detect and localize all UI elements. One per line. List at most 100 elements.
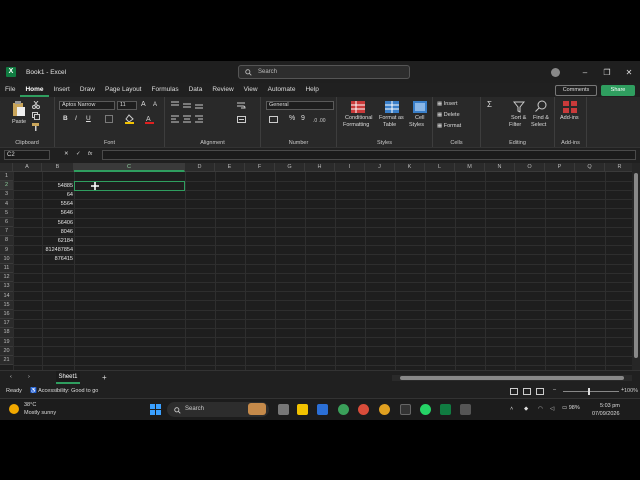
insert-button[interactable]: ▦ Insert [437,101,458,107]
add-sheet-button[interactable]: + [102,373,107,382]
share-button[interactable]: Share [601,85,635,96]
store-icon[interactable] [317,404,328,415]
column-header-r[interactable]: R [605,163,632,172]
row-header-8[interactable]: 8 [0,236,13,246]
row-header-3[interactable]: 3 [0,190,13,200]
format-painter-icon[interactable] [32,123,40,131]
tab-automate[interactable]: Automate [263,83,301,97]
zoom-out-button[interactable]: – [553,387,556,393]
chrome-icon-1[interactable] [338,404,349,415]
network-icon[interactable]: ◆ [524,406,528,412]
zoom-slider-thumb[interactable] [588,388,590,395]
italic-button[interactable]: I [75,115,77,122]
copy-icon[interactable] [32,112,40,120]
task-view-icon[interactable] [278,404,289,415]
grow-font-button[interactable]: A [141,101,146,108]
comma-style-button[interactable]: 9 [301,115,305,122]
volume-icon[interactable]: ◁ [550,406,554,412]
row-header-2[interactable]: 2 [0,181,13,191]
insert-function-button[interactable]: fx [88,151,92,157]
accounting-format-icon[interactable] [269,115,278,124]
cell-b9[interactable]: 812487854 [42,247,73,253]
addins-button-label[interactable]: Add-ins [560,115,579,121]
column-header-b[interactable]: B [42,163,74,172]
cell-b3[interactable]: 64 [42,192,73,198]
column-header-n[interactable]: N [485,163,515,172]
row-header-12[interactable]: 12 [0,273,13,283]
wrap-text-icon[interactable] [237,101,246,110]
file-explorer-icon[interactable] [297,404,308,415]
comments-button[interactable]: Comments [555,85,597,96]
sort-filter-label[interactable]: Sort & [511,115,526,121]
excel-taskbar-icon[interactable] [440,404,451,415]
find-select-icon[interactable] [535,100,547,112]
terminal-icon[interactable] [400,404,411,415]
weather-description[interactable]: Mostly sunny [24,410,56,416]
vertical-align-icons[interactable] [171,101,231,109]
row-header-21[interactable]: 21 [0,356,13,366]
fill-color-icon[interactable] [125,114,134,124]
tab-help[interactable]: Help [300,83,323,97]
delete-button[interactable]: ▦ Delete [437,112,460,118]
column-header-h[interactable]: H [305,163,335,172]
decimal-icons[interactable]: .0 .00 [313,115,331,123]
bold-button[interactable]: B [63,115,68,122]
cell-b7[interactable]: 8046 [42,229,73,235]
column-header-l[interactable]: L [425,163,455,172]
horizontal-scroll-thumb[interactable] [400,376,624,380]
zoom-slider[interactable] [563,391,619,392]
next-sheet-icon[interactable]: › [28,374,30,380]
sort-filter-label2[interactable]: Filter [509,122,521,128]
vertical-scrollbar[interactable] [632,163,640,370]
enter-icon[interactable]: ✓ [76,151,81,157]
chrome-icon-3[interactable] [379,404,390,415]
tab-data[interactable]: Data [184,83,208,97]
select-all-corner[interactable] [0,163,13,172]
row-header-11[interactable]: 11 [0,264,13,274]
column-header-a[interactable]: A [13,163,42,172]
cell-b8[interactable]: 62184 [42,238,73,244]
conditional-formatting-label2[interactable]: Formatting [343,122,369,128]
accessibility-status[interactable]: ♿ Accessibility: Good to go [30,388,98,394]
column-header-q[interactable]: Q [575,163,605,172]
format-as-table-label[interactable]: Format as [379,115,404,121]
row-header-1[interactable]: 1 [0,172,13,182]
addins-icon[interactable] [563,101,577,113]
row-header-7[interactable]: 7 [0,227,13,237]
windows-start-icon[interactable] [150,404,161,415]
cell-b5[interactable]: 5646 [42,210,73,216]
paste-label[interactable]: Paste [12,119,26,125]
font-size-dropdown[interactable]: 11 [117,101,137,110]
column-header-i[interactable]: I [335,163,365,172]
sort-filter-icon[interactable] [513,101,525,113]
paste-icon[interactable] [12,101,26,117]
clock-date[interactable]: 07/09/2026 [592,411,620,417]
find-select-label2[interactable]: Select [531,122,546,128]
shrink-font-button[interactable]: A [153,102,157,108]
minimize-icon[interactable]: – [574,68,596,77]
column-header-p[interactable]: P [545,163,575,172]
worksheet-grid[interactable]: A B C D E F G H I J K L M N O P Q R 1234… [0,163,632,370]
weather-temperature[interactable]: 38°C [24,402,36,408]
tab-file[interactable]: File [0,83,20,97]
sheet-tab-sheet1[interactable]: Sheet1 [56,371,80,384]
row-header-17[interactable]: 17 [0,319,13,329]
cell-b4[interactable]: 5564 [42,201,73,207]
formula-input[interactable] [102,150,636,160]
prev-sheet-icon[interactable]: ‹ [10,374,12,380]
row-header-9[interactable]: 9 [0,245,13,255]
whatsapp-icon[interactable] [420,404,431,415]
cut-icon[interactable] [32,101,40,109]
wifi-icon[interactable]: ◠ [538,406,543,412]
tab-insert[interactable]: Insert [49,83,75,97]
conditional-formatting-icon[interactable] [351,101,365,113]
battery-indicator[interactable]: ▭ 98% [562,405,580,411]
weather-sun-icon[interactable] [9,404,19,414]
format-as-table-label2[interactable]: Table [383,122,396,128]
cell-styles-label[interactable]: Cell [415,115,424,121]
column-header-f[interactable]: F [245,163,275,172]
column-header-g[interactable]: G [275,163,305,172]
column-header-e[interactable]: E [215,163,245,172]
cell-b2[interactable]: 54885 [42,183,73,189]
row-header-14[interactable]: 14 [0,291,13,301]
